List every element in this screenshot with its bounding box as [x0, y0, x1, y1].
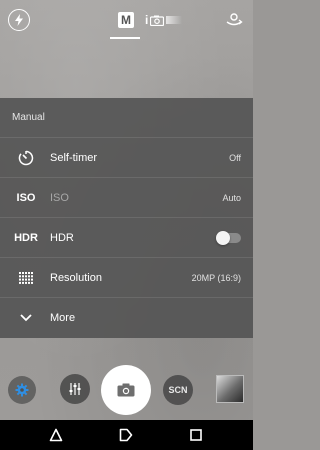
scene-mode-button[interactable]: SCN [163, 375, 193, 405]
setting-row-more[interactable]: More [0, 297, 253, 338]
setting-label: Resolution [50, 272, 102, 284]
setting-row-hdr[interactable]: HDR HDR [0, 217, 253, 258]
gear-icon[interactable] [8, 376, 36, 404]
camera-icon [117, 383, 135, 397]
setting-row-self-timer[interactable]: Self-timer Off [0, 137, 253, 178]
setting-value: 20MP (16:9) [191, 273, 241, 283]
setting-row-iso[interactable]: ISO ISO Auto [0, 177, 253, 218]
mode-auto-label: i [145, 13, 149, 27]
camera-switch-icon[interactable] [224, 10, 244, 30]
home-icon[interactable] [117, 426, 135, 444]
sliders-icon[interactable] [60, 374, 90, 404]
self-timer-icon [14, 146, 38, 170]
camera-controls: SCN [0, 362, 253, 418]
setting-value: Off [229, 153, 241, 163]
setting-value: Auto [222, 193, 241, 203]
recents-icon[interactable] [187, 426, 205, 444]
iso-icon: ISO [16, 192, 36, 204]
panel-title: Manual [12, 112, 45, 123]
chevron-down-icon [14, 306, 38, 330]
mode-manual-tab[interactable]: M [118, 12, 134, 28]
flash-icon[interactable] [8, 9, 30, 31]
mode-intelligent-auto-tab[interactable]: i [145, 12, 187, 28]
top-bar: M i [0, 0, 253, 40]
manual-settings-panel: Manual Self-timer Off ISO ISO Auto HDR H… [0, 98, 253, 338]
mode-strip-fade [166, 16, 183, 24]
back-icon[interactable] [47, 426, 65, 444]
shutter-button[interactable] [101, 365, 151, 415]
system-nav-bar [0, 420, 253, 450]
setting-label: More [50, 312, 76, 324]
setting-label: Self-timer [50, 152, 98, 164]
setting-label: HDR [50, 232, 74, 244]
gallery-thumbnail[interactable] [216, 375, 244, 403]
resolution-grid-icon [14, 266, 38, 290]
setting-row-resolution[interactable]: Resolution 20MP (16:9) [0, 257, 253, 298]
hdr-toggle[interactable] [216, 231, 241, 245]
camera-icon [150, 15, 165, 26]
active-mode-indicator [110, 37, 140, 39]
hdr-icon: HDR [14, 232, 38, 244]
setting-label: ISO [50, 192, 69, 204]
toggle-knob [216, 231, 230, 245]
